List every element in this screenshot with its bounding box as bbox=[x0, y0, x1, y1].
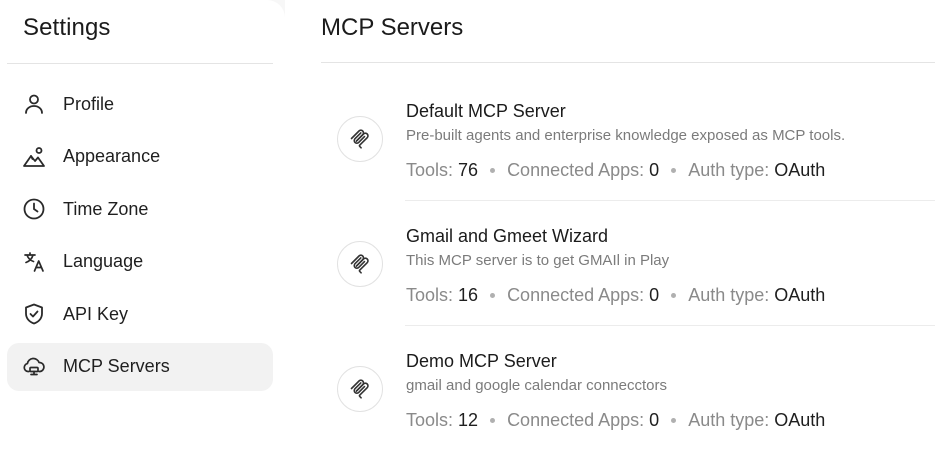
connected-apps-count: 0 bbox=[649, 285, 660, 305]
clock-icon bbox=[21, 196, 47, 222]
connected-apps-label: Connected Apps: bbox=[507, 285, 645, 305]
connected-apps-count: 0 bbox=[649, 410, 660, 430]
sidebar-title: Settings bbox=[23, 14, 111, 41]
server-name: Default MCP Server bbox=[406, 101, 566, 121]
server-name: Gmail and Gmeet Wizard bbox=[406, 226, 609, 246]
sidebar-item-label: Profile bbox=[63, 93, 115, 114]
separator-dot bbox=[671, 418, 677, 423]
appearance-icon bbox=[21, 144, 47, 170]
auth-type-label: Auth type: bbox=[688, 410, 770, 430]
server-meta: Tools: 76 Connected Apps: 0 Auth type: O… bbox=[406, 160, 825, 181]
cloud-server-icon bbox=[21, 354, 47, 380]
auth-type-value: OAuth bbox=[774, 160, 826, 180]
sidebar-divider bbox=[7, 63, 273, 64]
sidebar-item-api-key[interactable]: API Key bbox=[7, 290, 273, 338]
sidebar-item-label: Appearance bbox=[63, 146, 161, 167]
sidebar-item-label: Time Zone bbox=[63, 198, 149, 219]
sidebar-item-mcp-servers[interactable]: MCP Servers bbox=[7, 342, 273, 391]
tools-count: 12 bbox=[458, 410, 479, 430]
connected-apps-label: Connected Apps: bbox=[507, 410, 645, 430]
server-name: Demo MCP Server bbox=[406, 351, 557, 371]
tools-label: Tools: bbox=[406, 410, 454, 430]
settings-app: Settings Profile Appearance Time Zone La… bbox=[0, 0, 935, 452]
separator-dot bbox=[671, 293, 677, 298]
connected-apps-label: Connected Apps: bbox=[507, 160, 645, 180]
tools-count: 76 bbox=[458, 160, 479, 180]
tools-label: Tools: bbox=[406, 160, 454, 180]
separator-dot bbox=[490, 418, 496, 423]
separator-dot bbox=[671, 168, 677, 173]
title-divider bbox=[321, 62, 935, 63]
server-meta: Tools: 16 Connected Apps: 0 Auth type: O… bbox=[406, 285, 825, 306]
page-title: MCP Servers bbox=[321, 14, 464, 41]
user-icon bbox=[21, 91, 47, 117]
server-description: gmail and google calendar connecctors bbox=[406, 377, 667, 394]
sidebar-item-label: MCP Servers bbox=[63, 356, 170, 377]
connected-apps-count: 0 bbox=[649, 160, 660, 180]
server-card[interactable]: Default MCP Server Pre-built agents and … bbox=[321, 76, 935, 201]
tools-count: 16 bbox=[458, 285, 479, 305]
server-description: This MCP server is to get GMAIl in Play bbox=[406, 252, 670, 269]
server-card[interactable]: Demo MCP Server gmail and google calenda… bbox=[321, 326, 935, 451]
sidebar-item-time-zone[interactable]: Time Zone bbox=[7, 185, 273, 233]
mcp-servers-panel: MCP Servers Default MCP Server Pre-built… bbox=[285, 0, 935, 452]
auth-type-label: Auth type: bbox=[688, 285, 770, 305]
mcp-logo-icon bbox=[337, 241, 383, 287]
separator-dot bbox=[490, 293, 496, 298]
server-description: Pre-built agents and enterprise knowledg… bbox=[406, 127, 846, 144]
server-card[interactable]: Gmail and Gmeet Wizard This MCP server i… bbox=[321, 201, 935, 326]
mcp-logo-icon bbox=[337, 366, 383, 412]
translate-icon bbox=[21, 249, 47, 275]
sidebar-item-profile[interactable]: Profile bbox=[7, 80, 273, 128]
tools-label: Tools: bbox=[406, 285, 454, 305]
mcp-logo-icon bbox=[337, 116, 383, 162]
auth-type-value: OAuth bbox=[774, 285, 826, 305]
server-meta: Tools: 12 Connected Apps: 0 Auth type: O… bbox=[406, 410, 825, 431]
settings-sidebar: Settings Profile Appearance Time Zone La… bbox=[0, 0, 285, 452]
sidebar-item-label: API Key bbox=[63, 303, 129, 324]
sidebar-item-label: Language bbox=[63, 251, 144, 272]
shield-check-icon bbox=[21, 301, 47, 327]
auth-type-label: Auth type: bbox=[688, 160, 770, 180]
auth-type-value: OAuth bbox=[774, 410, 826, 430]
settings-nav: Profile Appearance Time Zone Language AP… bbox=[7, 80, 273, 396]
sidebar-item-language[interactable]: Language bbox=[7, 238, 273, 286]
sidebar-item-appearance[interactable]: Appearance bbox=[7, 133, 273, 181]
separator-dot bbox=[490, 168, 496, 173]
